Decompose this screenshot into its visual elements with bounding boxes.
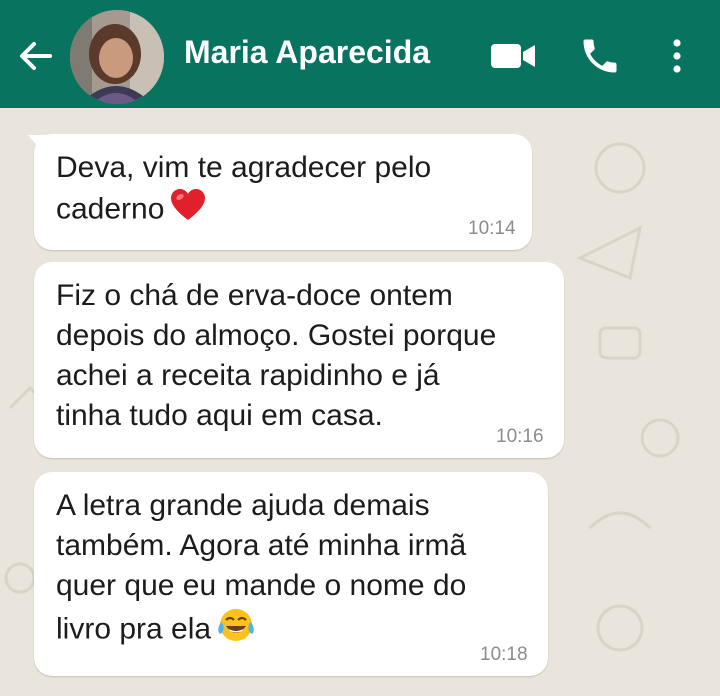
message-time: 10:14: [468, 218, 516, 239]
message-line: depois do almoço. Gostei porque: [56, 319, 497, 352]
message-line: também. Agora até minha irmã: [56, 529, 467, 562]
back-arrow-icon: [20, 42, 52, 70]
contact-name[interactable]: Maria Aparecida: [184, 30, 430, 74]
message-time: 10:16: [496, 426, 544, 447]
message-line: quer que eu mande o nome do: [56, 569, 467, 602]
message-line: caderno: [56, 188, 431, 233]
message-bubble[interactable]: Deva, vim te agradecer pelo caderno 10:1…: [34, 134, 532, 250]
message-line: achei a receita rapidinho e já: [56, 359, 440, 392]
video-camera-icon: [491, 44, 535, 68]
message-text: Deva, vim te agradecer pelo caderno: [56, 148, 431, 233]
message-line: Deva, vim te agradecer pelo: [56, 151, 432, 184]
message-bubble[interactable]: A letra grande ajuda demais também. Agor…: [34, 472, 548, 676]
phone-icon: [583, 39, 617, 73]
video-call-button[interactable]: [487, 38, 541, 74]
contact-avatar[interactable]: [70, 10, 164, 104]
message-text: A letra grande ajuda demais também. Agor…: [56, 486, 466, 655]
back-button[interactable]: [14, 34, 58, 78]
message-time: 10:18: [480, 644, 528, 665]
message-line: Fiz o chá de erva-doce ontem: [56, 279, 453, 312]
red-heart-icon: [170, 188, 206, 233]
more-options-button[interactable]: [662, 34, 692, 78]
more-options-icon: [673, 39, 681, 73]
message-line: tinha tudo aqui em casa.: [56, 399, 383, 432]
message-line: livro pra ela: [56, 606, 466, 655]
chat-header: Maria Aparecida: [0, 0, 720, 108]
message-text: Fiz o chá de erva-doce ontem depois do a…: [56, 276, 496, 436]
message-line: A letra grande ajuda demais: [56, 489, 430, 522]
avatar-photo: [70, 10, 164, 104]
tears-of-joy-icon: [217, 606, 255, 655]
voice-call-button[interactable]: [578, 34, 622, 78]
message-bubble[interactable]: Fiz o chá de erva-doce ontem depois do a…: [34, 262, 564, 458]
